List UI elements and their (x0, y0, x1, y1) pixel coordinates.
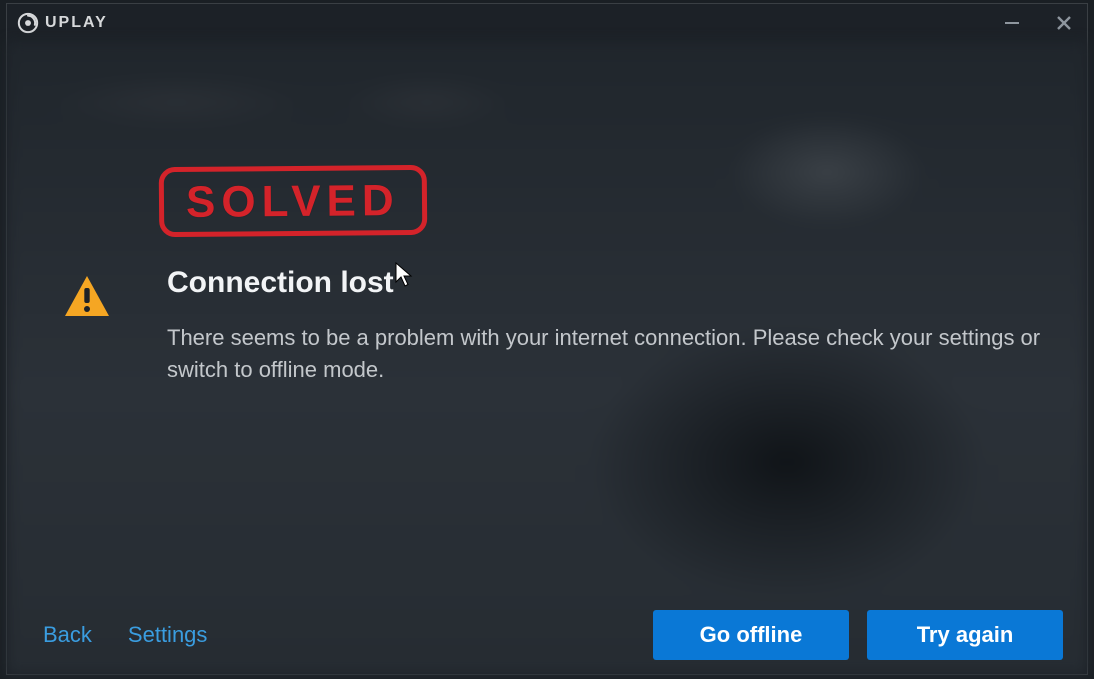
stamp-label: SOLVED (186, 176, 400, 227)
error-heading: Connection lost (167, 266, 394, 300)
brand-text: UPLAY (45, 14, 108, 32)
app-window: UPLAY SOLVED Connection (6, 3, 1088, 675)
close-icon[interactable] (1055, 14, 1073, 32)
window-controls (1003, 14, 1073, 32)
error-body: There seems to be a problem with your in… (167, 322, 1047, 386)
brand: UPLAY (17, 12, 108, 34)
dialog-content: SOLVED Connection lost There seems to be… (7, 42, 1087, 674)
warning-icon (63, 274, 111, 323)
settings-link[interactable]: Settings (128, 622, 208, 648)
titlebar: UPLAY (7, 4, 1087, 42)
footer-buttons: Go offline Try again (653, 610, 1063, 660)
dialog-footer: Back Settings Go offline Try again (7, 596, 1087, 674)
try-again-button[interactable]: Try again (867, 610, 1063, 660)
footer-links: Back Settings (43, 622, 207, 648)
back-link[interactable]: Back (43, 622, 92, 648)
go-offline-button[interactable]: Go offline (653, 610, 849, 660)
solved-stamp: SOLVED (159, 165, 427, 237)
minimize-icon[interactable] (1003, 14, 1021, 32)
cursor-icon (395, 262, 413, 293)
uplay-logo-icon (17, 12, 39, 34)
